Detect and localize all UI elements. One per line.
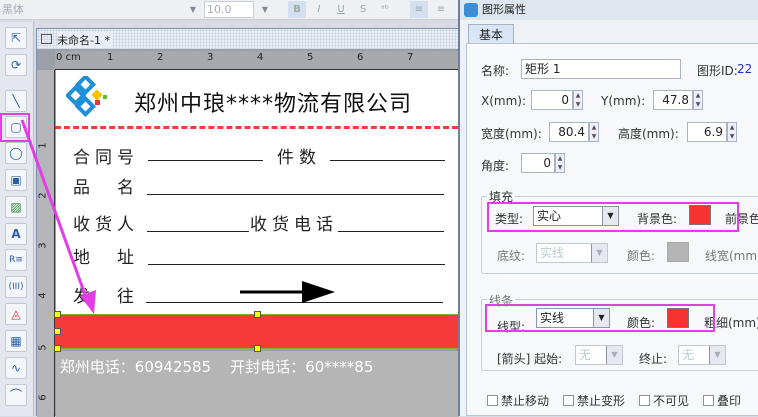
ruler-label: 3 [207,52,214,63]
document-titlebar: 未命名-1 * [37,29,459,49]
ruler-label: 0 cm [56,52,81,63]
x-input[interactable]: 0 [531,90,573,110]
width-label: 宽度(mm): [481,127,542,141]
ruler-label: 5 [307,52,314,63]
resize-handle[interactable] [54,328,61,335]
pieces-line [330,160,445,161]
subscript-button[interactable]: ᵃᵇ [376,1,394,18]
window-icon [41,34,52,44]
pattern-color-label: 颜色: [627,249,656,263]
address-line [148,264,445,265]
arrow-right-icon[interactable] [238,280,336,304]
ruler-label: 6 [37,394,49,401]
company-name[interactable]: 郑州中琅****物流有限公司 [134,86,412,118]
height-label: 高度(mm): [618,127,679,141]
ruler-label: 7 [407,52,414,63]
app-icon [464,3,478,17]
tab-basic[interactable]: 基本 [468,24,514,44]
height-spinner[interactable]: ▲ ▼ [727,122,737,142]
format-toolbar: 黑体 ▼ 10.0 ▼ B I U S ᵃᵇ ≡ ≡ [0,0,458,20]
ruler-label: 4 [257,52,264,63]
overprint-checkbox[interactable]: 叠印 [703,392,741,409]
bold-button[interactable]: B [288,1,306,18]
chevron-down-icon[interactable]: ▼ [186,1,200,18]
arrow-end-label: 终止: [639,352,668,366]
align-left-button[interactable]: ≡ [410,1,428,18]
width-spinner[interactable]: ▲ ▼ [589,122,599,142]
y-label: Y(mm): [601,94,646,108]
width-input[interactable]: 80.4 [549,122,589,142]
resize-handle[interactable] [54,345,61,352]
fill-highlight [487,202,739,232]
receiver-phone-line [338,231,444,232]
ruler-label: 5 [37,344,49,351]
id-value: 22 [737,62,753,76]
resize-handle[interactable] [254,311,261,318]
chevron-down-icon[interactable]: ▼ [258,1,272,18]
dialog-titlebar: 图形属性 [460,0,758,20]
pattern-color-swatch[interactable] [667,242,689,262]
name-label: 名称: [481,64,510,78]
height-input[interactable]: 6.9 [687,122,727,142]
x-spinner[interactable]: ▲ ▼ [573,90,583,110]
x-label: X(mm): [481,94,527,108]
phone-band-rectangle[interactable]: 郑州电话：60942585 开封电话：60****85 [55,314,458,376]
pointer-icon[interactable]: ⇱ [5,27,27,49]
y-input[interactable]: 47.8 [653,90,693,110]
italic-button[interactable]: I [310,1,328,18]
ruler-top: 0 cm 1 2 3 4 5 6 7 [55,51,459,70]
band-text: 郑州电话：60942585 开封电话：60****85 [59,358,374,376]
arrow-end-value: 无 [682,348,695,362]
rotate-icon[interactable]: ⟳ [5,54,27,76]
resize-handle[interactable] [254,345,261,352]
name-input[interactable]: 矩形 1 [521,59,681,79]
lock-move-checkbox[interactable]: 禁止移动 [487,392,549,409]
chevron-down-icon[interactable]: ▼ [709,346,725,364]
basic-panel: 名称: 矩形 1 图形ID: 22 X(mm): 0 ▲ ▼ Y(mm): 47.… [466,43,758,416]
invisible-checkbox[interactable]: 不可见 [639,392,689,409]
pattern-select[interactable]: 实线 ▼ [536,243,608,263]
curve-icon[interactable]: ∿ [5,357,27,379]
document-title: 未命名-1 * [57,32,113,48]
qrcode-icon[interactable]: ▦ [5,330,27,352]
pieces-label[interactable]: 件数 [277,143,321,168]
y-spinner[interactable]: ▲ ▼ [693,90,703,110]
chevron-down-icon[interactable]: ▼ [591,244,607,262]
company-logo-icon [66,76,107,118]
arrow-start-select[interactable]: 无 ▼ [575,345,623,365]
arc-icon[interactable]: ⌒ [5,384,27,406]
ruler-label: 2 [157,52,164,63]
line-width-label: 线宽(mm): [705,249,758,263]
ruler-label: 6 [357,52,364,63]
receiver-phone-label[interactable]: 收货电话 [250,210,338,235]
pattern-value: 实线 [540,246,565,260]
angle-label: 角度: [481,159,510,173]
align-center-button[interactable]: ≡ [432,1,450,18]
line-highlight [485,304,715,332]
angle-spinner[interactable]: ▲ ▼ [555,153,565,173]
contract-line [148,160,263,161]
id-label: 图形ID: [697,64,738,78]
shape-properties-dialog: 图形属性 基本 名称: 矩形 1 图形ID: 22 X(mm): 0 ▲ ▼ Y(… [458,0,758,416]
font-select[interactable]: 黑体 [0,1,200,18]
arrow-start-label: [箭头] 起始: [497,352,563,366]
arrow-end-select[interactable]: 无 ▼ [678,345,726,365]
arrow-start-value: 无 [579,348,592,362]
underline-button[interactable]: U [332,1,350,18]
pattern-label: 底纹: [497,249,526,263]
dialog-title: 图形属性 [482,3,526,16]
annotation-arrow [20,119,96,314]
font-size-input[interactable]: 10.0 [204,1,254,18]
strike-button[interactable]: S [354,1,372,18]
product-line [147,194,444,195]
angle-input[interactable]: 0 [521,153,555,173]
chevron-down-icon[interactable]: ▼ [606,346,622,364]
line-icon[interactable]: ╲ [5,90,27,112]
receiver-line [147,231,249,232]
dashed-divider [55,126,458,129]
ruler-label: 1 [107,52,114,63]
lock-resize-checkbox[interactable]: 禁止变形 [563,392,625,409]
